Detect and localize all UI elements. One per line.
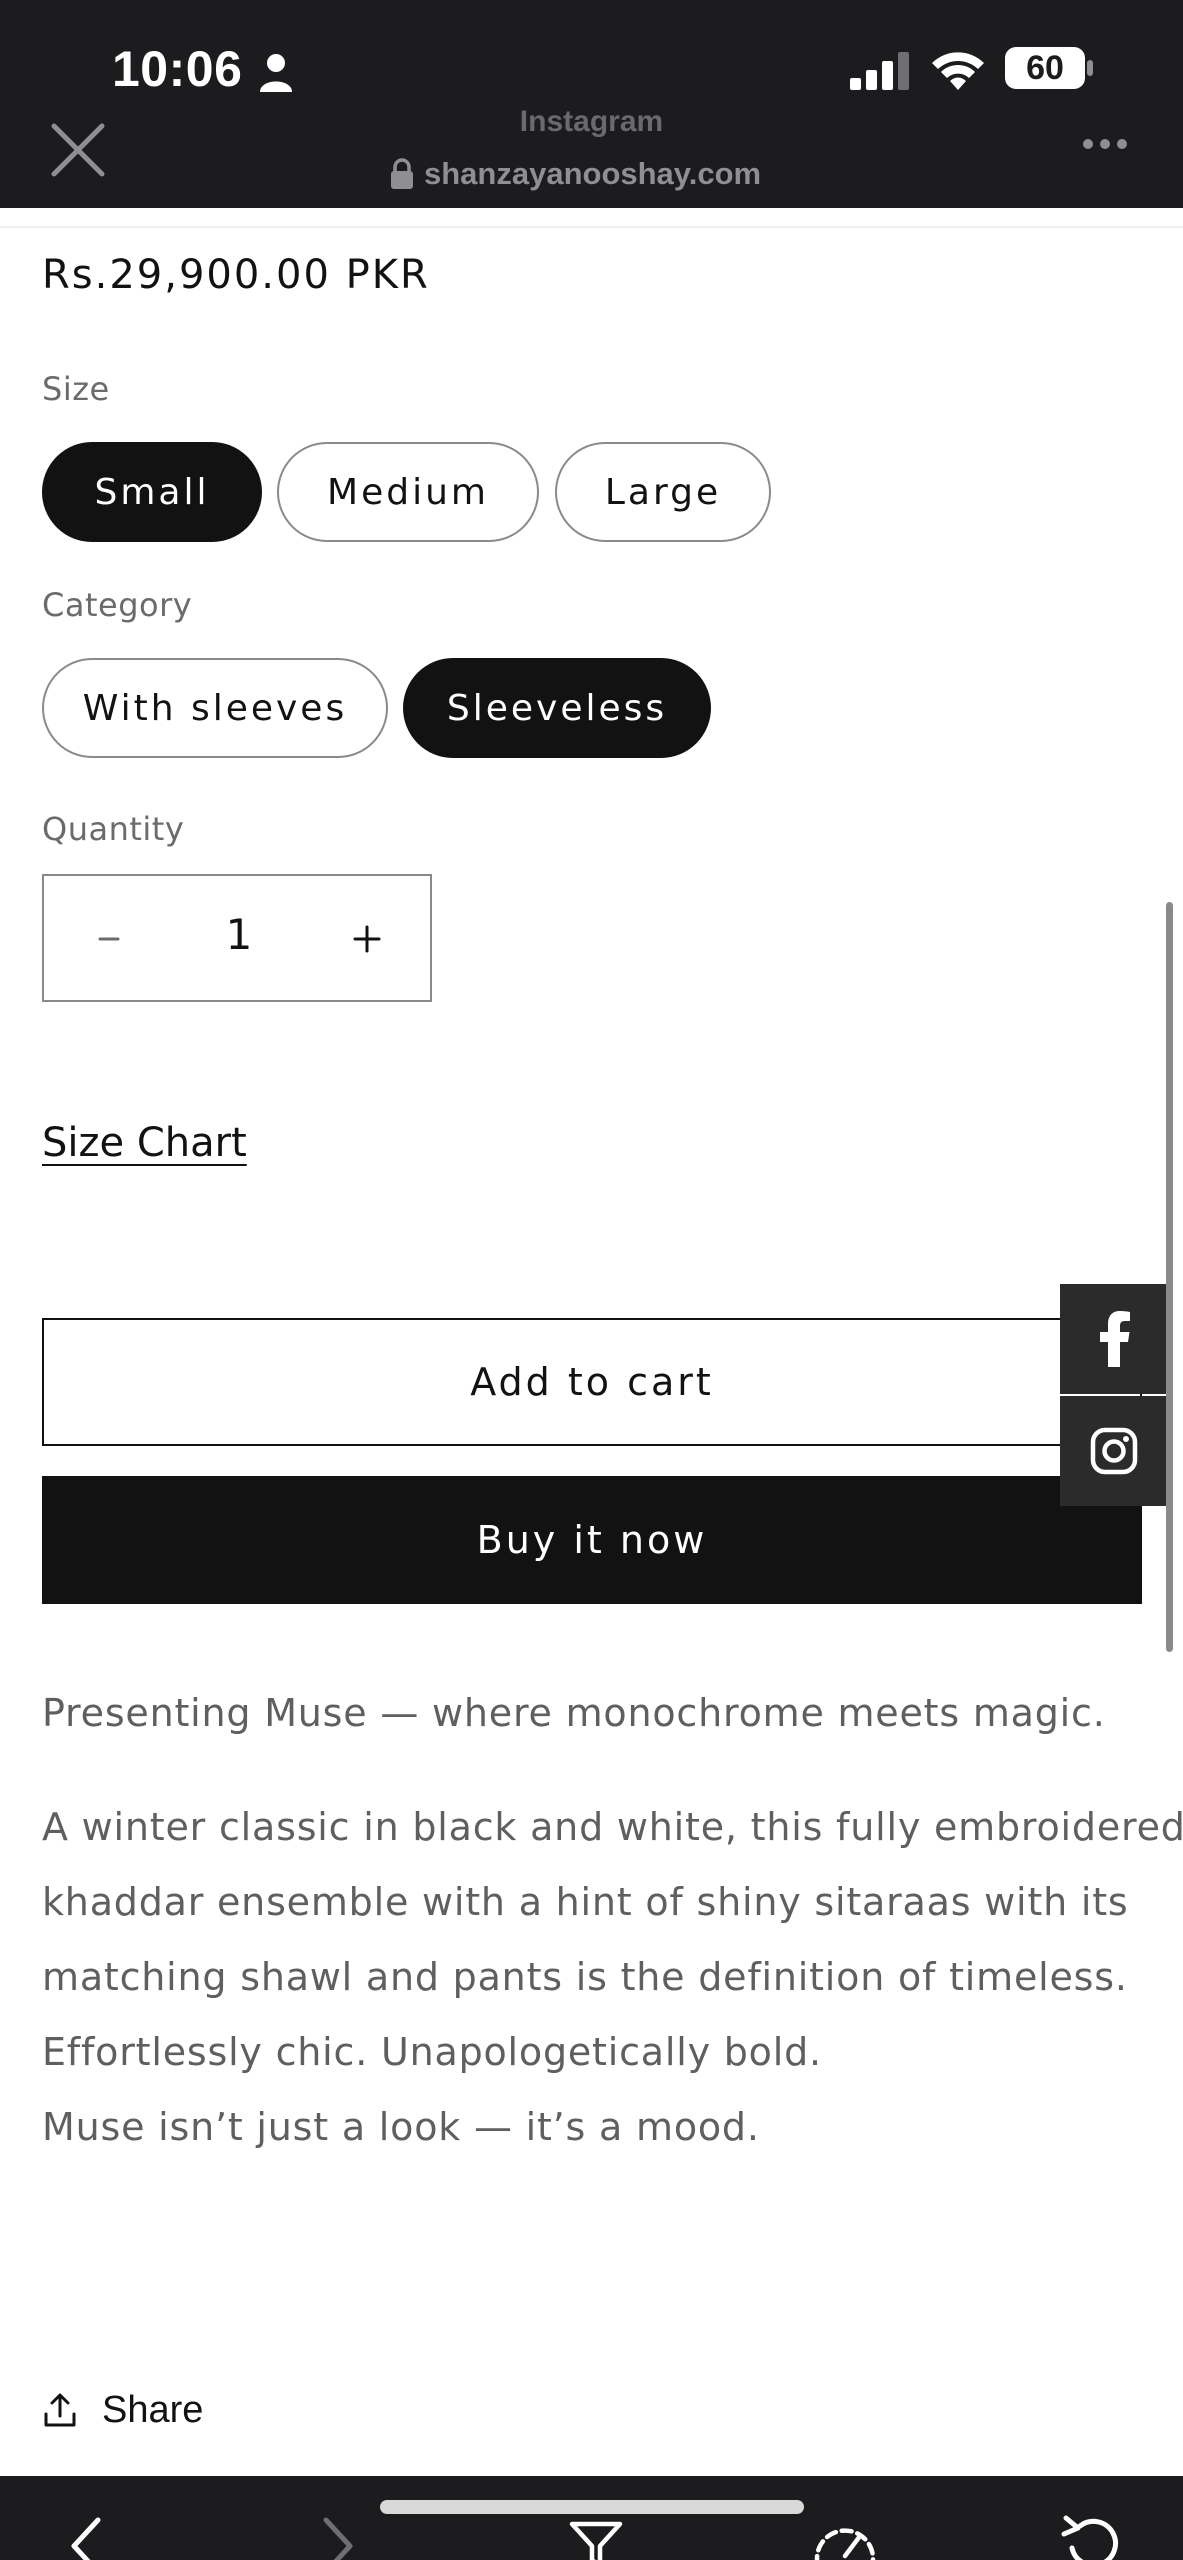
facebook-icon	[1100, 1311, 1130, 1367]
status-time: 10:06	[112, 41, 243, 97]
decrease-quantity-button[interactable]	[86, 916, 132, 962]
battery-level: 60	[1026, 49, 1064, 87]
size-option-large[interactable]: Large	[555, 442, 771, 542]
lock-icon	[391, 158, 413, 189]
description-intro-text: Presenting Muse — where monochrome meets…	[42, 1691, 1106, 1735]
header-divider	[0, 226, 1183, 228]
size-chart-link[interactable]: Size Chart	[42, 1120, 247, 1166]
instagram-share-button[interactable]	[1060, 1396, 1168, 1506]
size-option-small[interactable]: Small	[42, 442, 262, 542]
page-scrollbar[interactable]	[1166, 902, 1173, 1652]
wifi-icon	[932, 52, 984, 90]
page-title-ghost: Instagram	[519, 110, 664, 138]
forward-icon[interactable]	[318, 2516, 358, 2560]
reload-icon[interactable]	[1058, 2512, 1124, 2560]
browser-top-bar: 10:06 60 Instagram shanzayanooshay.com	[0, 0, 1183, 208]
address-bar[interactable]: shanzayanooshay.com	[390, 154, 761, 194]
back-icon[interactable]	[66, 2516, 106, 2560]
description-line: matching shawl and pants is the definiti…	[42, 1955, 1128, 1999]
instagram-icon	[1090, 1427, 1138, 1475]
url-text: shanzayanooshay.com	[424, 156, 762, 191]
filter-icon[interactable]	[568, 2520, 624, 2560]
cellular-signal-icon	[850, 52, 909, 90]
increase-quantity-button[interactable]	[344, 916, 390, 962]
quantity-value[interactable]: 1	[174, 910, 304, 959]
share-icon	[44, 2393, 76, 2427]
quantity-label: Quantity	[42, 810, 185, 848]
buy-now-button[interactable]: Buy it now	[42, 1476, 1142, 1604]
share-button[interactable]: Share	[42, 2380, 203, 2440]
description-body: A winter classic in black and white, thi…	[42, 1790, 1183, 2165]
category-option-sleeveless[interactable]: Sleeveless	[403, 658, 711, 758]
description-intro: Presenting Muse — where monochrome meets…	[42, 1676, 1152, 1751]
category-option-with-sleeves[interactable]: With sleeves	[42, 658, 388, 758]
description-line: Effortlessly chic. Unapologetically bold…	[42, 2030, 822, 2074]
description-line: Muse isn’t just a look — it’s a mood.	[42, 2105, 760, 2149]
close-icon[interactable]	[48, 120, 108, 180]
speedometer-icon[interactable]	[810, 2516, 880, 2560]
browser-bottom-toolbar	[0, 2476, 1183, 2560]
facebook-share-button[interactable]	[1060, 1284, 1168, 1394]
size-option-medium[interactable]: Medium	[277, 442, 539, 542]
share-label: Share	[102, 2388, 204, 2431]
description-line: khaddar ensemble with a hint of shiny si…	[42, 1880, 1129, 1924]
quantity-stepper: 1	[42, 874, 432, 1002]
size-label: Size	[42, 370, 110, 408]
more-options-icon[interactable]	[1082, 136, 1128, 152]
category-label: Category	[42, 586, 193, 624]
description-line: A winter classic in black and white, thi…	[42, 1805, 1183, 1849]
toolbar-grabber[interactable]	[380, 2500, 804, 2514]
person-icon	[260, 54, 292, 92]
product-price: Rs.29,900.00 PKR	[42, 252, 430, 298]
add-to-cart-button[interactable]: Add to cart	[42, 1318, 1142, 1446]
